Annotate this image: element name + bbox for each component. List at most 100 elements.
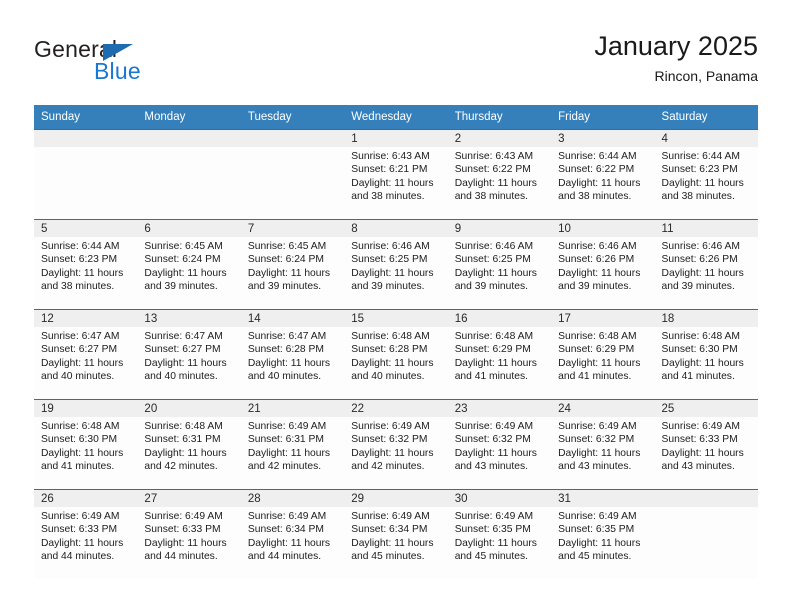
sunrise-text: Sunrise: 6:46 AM: [661, 241, 740, 252]
day-cell-content: [654, 490, 758, 579]
calendar-day-cell[interactable]: 20 Sunrise: 6:48 AM Sunset: 6:31 PM Dayligh…: [137, 399, 241, 490]
calendar-day-cell[interactable]: 27 Sunrise: 6:49 AM Sunset: 6:33 PM Dayligh…: [137, 489, 241, 579]
day-number: 17: [551, 310, 655, 327]
day-details: Sunrise: 6:43 AM Sunset: 6:22 PM Daylight:…: [448, 147, 551, 204]
day-cell-content: 28 Sunrise: 6:49 AM Sunset: 6:34 PM Dayligh…: [240, 490, 345, 579]
calendar-day-cell[interactable]: 21 Sunrise: 6:49 AM Sunset: 6:31 PM Dayligh…: [240, 399, 345, 490]
day-number: 25: [654, 400, 758, 417]
sunset-text: Sunset: 6:26 PM: [558, 254, 635, 266]
day-number: 13: [137, 310, 241, 327]
calendar-day-cell[interactable]: 3 Sunrise: 6:44 AM Sunset: 6:22 PM Daylight…: [551, 129, 655, 220]
daylight-text-line2: and 42 minutes.: [351, 461, 425, 473]
daylight-text-line2: and 39 minutes.: [454, 281, 528, 293]
daylight-text-line2: and 40 minutes.: [247, 371, 322, 383]
day-cell-content: 7 Sunrise: 6:45 AM Sunset: 6:24 PM Daylight…: [240, 220, 345, 309]
sunrise-text: Sunrise: 6:49 AM: [144, 511, 223, 522]
calendar-day-cell[interactable]: 11 Sunrise: 6:46 AM Sunset: 6:26 PM Dayligh…: [654, 219, 758, 310]
day-number: 9: [447, 220, 552, 237]
sunset-text: Sunset: 6:30 PM: [661, 344, 738, 356]
calendar-day-cell[interactable]: 5 Sunrise: 6:44 AM Sunset: 6:23 PM Daylight…: [34, 219, 138, 310]
sunrise-text: Sunrise: 6:45 AM: [247, 241, 327, 252]
day-number: 5: [34, 220, 138, 237]
page-title: January 2025: [594, 31, 758, 61]
daylight-text-line1: Daylight: 11 hours: [351, 537, 434, 549]
calendar-day-cell[interactable]: 31 Sunrise: 6:49 AM Sunset: 6:35 PM Dayligh…: [551, 489, 655, 579]
daylight-text-line1: Daylight: 11 hours: [247, 537, 331, 549]
calendar-day-cell[interactable]: 22 Sunrise: 6:49 AM Sunset: 6:32 PM Dayligh…: [344, 399, 448, 490]
calendar-day-cell[interactable]: 2 Sunrise: 6:43 AM Sunset: 6:22 PM Daylight…: [447, 129, 552, 220]
daylight-text-line1: Daylight: 11 hours: [454, 267, 537, 279]
daylight-text-line1: Daylight: 11 hours: [454, 537, 537, 549]
sunset-text: Sunset: 6:27 PM: [144, 344, 221, 356]
calendar-day-cell[interactable]: 1 Sunrise: 6:43 AM Sunset: 6:21 PM Daylight…: [344, 129, 448, 220]
day-details: Sunrise: 6:49 AM Sunset: 6:34 PM Daylight:…: [344, 507, 447, 564]
calendar-day-cell[interactable]: 7 Sunrise: 6:45 AM Sunset: 6:24 PM Daylight…: [240, 219, 345, 310]
calendar-day-cell[interactable]: 8 Sunrise: 6:46 AM Sunset: 6:25 PM Daylight…: [344, 219, 448, 310]
calendar-day-cell[interactable]: 15 Sunrise: 6:48 AM Sunset: 6:28 PM Dayligh…: [344, 309, 448, 400]
daylight-text-line1: Daylight: 11 hours: [661, 267, 744, 279]
daylight-text-line2: and 43 minutes.: [661, 461, 735, 473]
calendar-day-cell[interactable]: 17 Sunrise: 6:48 AM Sunset: 6:29 PM Dayligh…: [551, 309, 655, 400]
day-number: 27: [137, 490, 241, 507]
calendar-day-cell[interactable]: 30 Sunrise: 6:49 AM Sunset: 6:35 PM Dayligh…: [447, 489, 552, 579]
day-cell-content: 29 Sunrise: 6:49 AM Sunset: 6:34 PM Dayligh…: [344, 490, 448, 579]
day-details: Sunrise: 6:46 AM Sunset: 6:26 PM Daylight:…: [655, 237, 758, 294]
sunrise-text: Sunrise: 6:48 AM: [454, 331, 534, 342]
day-cell-content: 23 Sunrise: 6:49 AM Sunset: 6:32 PM Dayligh…: [447, 400, 552, 489]
day-cell-content: 14 Sunrise: 6:47 AM Sunset: 6:28 PM Dayligh…: [240, 310, 345, 399]
sunrise-text: Sunrise: 6:48 AM: [144, 421, 223, 432]
calendar-day-cell[interactable]: 25 Sunrise: 6:49 AM Sunset: 6:33 PM Dayligh…: [654, 399, 758, 490]
daylight-text-line1: Daylight: 11 hours: [41, 447, 124, 459]
day-details: Sunrise: 6:49 AM Sunset: 6:33 PM Daylight:…: [34, 507, 137, 564]
page-header: General Blue January 2025 Rincon, Panama: [34, 30, 758, 96]
calendar-day-cell[interactable]: 18 Sunrise: 6:48 AM Sunset: 6:30 PM Dayligh…: [654, 309, 758, 400]
calendar-week-row: 5 Sunrise: 6:44 AM Sunset: 6:23 PM Daylight…: [34, 219, 758, 310]
sunset-text: Sunset: 6:29 PM: [558, 344, 635, 356]
sunrise-text: Sunrise: 6:46 AM: [351, 241, 430, 252]
sunrise-text: Sunrise: 6:49 AM: [351, 511, 430, 522]
calendar-day-cell[interactable]: 23 Sunrise: 6:49 AM Sunset: 6:32 PM Dayligh…: [447, 399, 552, 490]
calendar-day-cell[interactable]: 26 Sunrise: 6:49 AM Sunset: 6:33 PM Dayligh…: [34, 489, 138, 579]
day-number: [240, 130, 345, 147]
sunset-text: Sunset: 6:33 PM: [144, 524, 221, 536]
daylight-text-line2: and 42 minutes.: [144, 461, 218, 473]
calendar-day-cell[interactable]: 12 Sunrise: 6:47 AM Sunset: 6:27 PM Dayligh…: [34, 309, 138, 400]
calendar-day-cell[interactable]: 29 Sunrise: 6:49 AM Sunset: 6:34 PM Dayligh…: [344, 489, 448, 579]
sunrise-text: Sunrise: 6:46 AM: [558, 241, 637, 252]
calendar-day-cell[interactable]: 13 Sunrise: 6:47 AM Sunset: 6:27 PM Dayligh…: [137, 309, 241, 400]
general-blue-logo[interactable]: General Blue: [34, 36, 214, 92]
calendar-page: General Blue January 2025 Rincon, Panama…: [0, 0, 792, 612]
daylight-text-line2: and 45 minutes.: [351, 551, 425, 563]
daylight-text-line1: Daylight: 11 hours: [144, 537, 227, 549]
day-number: 7: [240, 220, 345, 237]
calendar-day-cell[interactable]: 10 Sunrise: 6:46 AM Sunset: 6:26 PM Dayligh…: [551, 219, 655, 310]
daylight-text-line1: Daylight: 11 hours: [454, 447, 537, 459]
sunrise-text: Sunrise: 6:49 AM: [351, 421, 430, 432]
sunrise-text: Sunrise: 6:49 AM: [247, 421, 327, 432]
daylight-text-line2: and 40 minutes.: [41, 371, 115, 383]
calendar-day-cell[interactable]: 6 Sunrise: 6:45 AM Sunset: 6:24 PM Daylight…: [137, 219, 241, 310]
calendar-day-cell[interactable]: 28 Sunrise: 6:49 AM Sunset: 6:34 PM Dayligh…: [240, 489, 345, 579]
sunset-text: Sunset: 6:22 PM: [558, 164, 635, 176]
sunset-text: Sunset: 6:24 PM: [144, 254, 221, 266]
calendar-day-cell[interactable]: 16 Sunrise: 6:48 AM Sunset: 6:29 PM Dayligh…: [447, 309, 552, 400]
daylight-text-line1: Daylight: 11 hours: [41, 357, 124, 369]
daylight-text-line1: Daylight: 11 hours: [144, 447, 227, 459]
calendar-day-cell[interactable]: 19 Sunrise: 6:48 AM Sunset: 6:30 PM Dayligh…: [34, 399, 138, 490]
logo-word-blue: Blue: [94, 58, 141, 84]
day-cell-content: 30 Sunrise: 6:49 AM Sunset: 6:35 PM Dayligh…: [447, 490, 552, 579]
calendar-day-cell[interactable]: 4 Sunrise: 6:44 AM Sunset: 6:23 PM Daylight…: [654, 129, 758, 220]
daylight-text-line2: and 44 minutes.: [144, 551, 218, 563]
sunrise-text: Sunrise: 6:48 AM: [351, 331, 430, 342]
calendar-day-cell[interactable]: 14 Sunrise: 6:47 AM Sunset: 6:28 PM Dayligh…: [240, 309, 345, 400]
day-cell-content: 21 Sunrise: 6:49 AM Sunset: 6:31 PM Dayligh…: [240, 400, 345, 489]
sunrise-text: Sunrise: 6:43 AM: [351, 151, 430, 162]
day-cell-content: 12 Sunrise: 6:47 AM Sunset: 6:27 PM Dayligh…: [34, 310, 138, 399]
daylight-text-line1: Daylight: 11 hours: [454, 357, 537, 369]
calendar-day-cell[interactable]: 9 Sunrise: 6:46 AM Sunset: 6:25 PM Daylight…: [447, 219, 552, 310]
calendar-day-cell[interactable]: 24 Sunrise: 6:49 AM Sunset: 6:32 PM Dayligh…: [551, 399, 655, 490]
weekday-header-friday: Friday: [551, 105, 655, 130]
sunset-text: Sunset: 6:27 PM: [41, 344, 118, 356]
sunrise-text: Sunrise: 6:47 AM: [144, 331, 223, 342]
day-cell-content: 31 Sunrise: 6:49 AM Sunset: 6:35 PM Dayligh…: [551, 490, 655, 579]
